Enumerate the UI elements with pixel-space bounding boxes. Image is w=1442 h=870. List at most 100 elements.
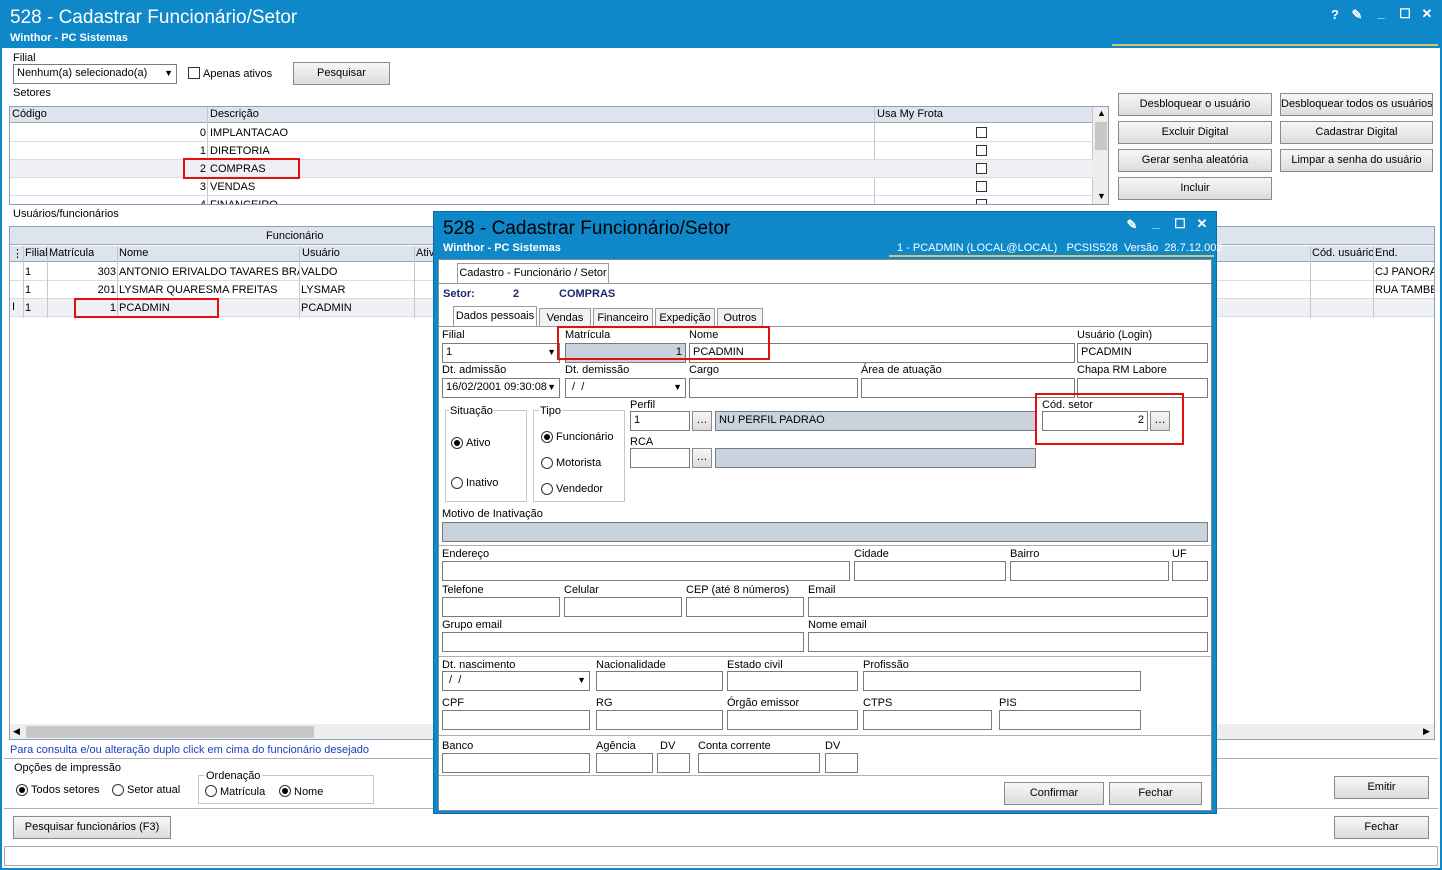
funcionario-radio[interactable] [541,431,553,443]
chapa-field[interactable] [1077,378,1208,398]
scroll-up-icon[interactable]: ▲ [1097,108,1106,118]
dt-admissao-field[interactable]: 16/02/2001 09:30:08 ▼ [442,378,560,398]
inativo-radio[interactable] [451,477,463,489]
minimize-icon[interactable]: _ [1372,5,1390,20]
col-filial[interactable]: Filial [25,247,48,259]
maximize-icon[interactable]: ☐ [1396,6,1414,22]
dialog-maximize-icon[interactable]: ☐ [1171,216,1189,232]
matricula-field[interactable]: 1 [565,343,686,363]
fechar-dialog-button[interactable]: Fechar [1109,782,1202,805]
uf-field[interactable] [1172,561,1208,581]
pesquisar-button[interactable]: Pesquisar [293,62,390,85]
todos-setores-radio[interactable] [16,784,28,796]
tab-vendas[interactable]: Vendas [539,308,591,327]
setor-row[interactable]: 1 DIRETORIA [10,142,1093,160]
orgao-emissor-field[interactable] [727,710,858,730]
ctps-field[interactable] [863,710,992,730]
nome-field[interactable]: PCADMIN [689,343,1075,363]
dialog-edit-icon[interactable]: ✎ [1123,217,1141,233]
cpf-field[interactable] [442,710,590,730]
scroll-right-icon[interactable]: ▶ [1423,726,1430,737]
col-matricula[interactable]: Matrícula [49,247,94,259]
usuario-login-field[interactable]: PCADMIN [1077,343,1208,363]
setor-row[interactable]: 2 COMPRAS [10,160,1093,178]
cod-setor-lookup-button[interactable]: … [1150,411,1170,431]
setores-scrollbar[interactable]: ▲ ▼ [1093,107,1108,204]
rca-field[interactable] [630,448,690,468]
cadastrar-digital-button[interactable]: Cadastrar Digital [1280,121,1433,144]
telefone-field[interactable] [442,597,560,617]
pis-field[interactable] [999,710,1141,730]
filial-field[interactable]: 1 ▼ [442,343,560,363]
vendedor-radio[interactable] [541,483,553,495]
close-icon[interactable]: ✕ [1418,6,1436,22]
scroll-thumb[interactable] [1095,122,1107,150]
gerar-senha-button[interactable]: Gerar senha aleatória [1118,149,1272,172]
emitir-button[interactable]: Emitir [1334,776,1429,799]
usa-my-frota-checkbox[interactable] [976,199,987,204]
perfil-field[interactable]: 1 [630,411,690,431]
hscroll-thumb[interactable] [26,726,314,738]
rca-lookup-button[interactable]: … [692,448,712,468]
dialog-close-icon[interactable]: ✕ [1193,216,1211,232]
setor-row[interactable]: 0 IMPLANTACAO [10,124,1093,142]
bairro-field[interactable] [1010,561,1169,581]
tab-outros[interactable]: Outros [717,308,763,327]
col-cod-usuario[interactable]: Cód. usuário [1312,247,1374,259]
cep-field[interactable] [686,597,804,617]
tab-dados-pessoais[interactable]: Dados pessoais [453,306,537,327]
col-usa-my-frota[interactable]: Usa My Frota [877,108,943,120]
cargo-field[interactable] [689,378,858,398]
usa-my-frota-checkbox[interactable] [976,163,987,174]
confirmar-button[interactable]: Confirmar [1004,782,1104,805]
celular-field[interactable] [564,597,682,617]
ordem-nome-radio[interactable] [279,785,291,797]
dv2-field[interactable] [825,753,858,773]
pesquisar-funcionarios-button[interactable]: Pesquisar funcionários (F3) [13,816,171,839]
filial-select[interactable]: Nenhum(a) selecionado(a) ▼ [13,64,177,84]
usa-my-frota-checkbox[interactable] [976,145,987,156]
col-descricao[interactable]: Descrição [210,108,259,120]
dv-field[interactable] [657,753,690,773]
ativo-radio[interactable] [451,437,463,449]
desbloquear-usuario-button[interactable]: Desbloquear o usuário [1118,93,1272,116]
edit-icon[interactable]: ✎ [1348,7,1366,23]
usa-my-frota-checkbox[interactable] [976,127,987,138]
dt-nascimento-field[interactable]: / / ▼ [442,671,590,691]
usa-my-frota-checkbox[interactable] [976,181,987,192]
cidade-field[interactable] [854,561,1006,581]
col-end[interactable]: End. [1375,247,1398,259]
area-atuacao-field[interactable] [861,378,1075,398]
estado-civil-field[interactable] [727,671,858,691]
email-field[interactable] [808,597,1208,617]
motorista-radio[interactable] [541,457,553,469]
setor-row[interactable]: 4 FINANCEIRO [10,196,1093,204]
col-ativo[interactable]: Ativ [416,247,434,259]
tab-cadastro[interactable]: Cadastro - Funcionário / Setor [457,263,609,284]
nome-email-field[interactable] [808,632,1208,652]
profissao-field[interactable] [863,671,1141,691]
limpar-senha-button[interactable]: Limpar a senha do usuário [1280,149,1433,172]
conta-corrente-field[interactable] [698,753,820,773]
setor-row[interactable]: 3 VENDAS [10,178,1093,196]
endereco-field[interactable] [442,561,850,581]
apenas-ativos-checkbox[interactable] [188,67,200,79]
tab-expedicao[interactable]: Expedição [655,308,715,327]
dialog-minimize-icon[interactable]: _ [1147,215,1165,230]
nacionalidade-field[interactable] [596,671,723,691]
col-codigo[interactable]: Código [12,108,47,120]
dt-demissao-field[interactable]: / / ▼ [565,378,686,398]
grupo-email-field[interactable] [442,632,804,652]
ordem-matricula-radio[interactable] [205,785,217,797]
tab-financeiro[interactable]: Financeiro [593,308,653,327]
col-usuario[interactable]: Usuário [302,247,340,259]
fechar-main-button[interactable]: Fechar [1334,816,1429,839]
rg-field[interactable] [596,710,723,730]
cod-setor-field[interactable]: 2 [1042,411,1148,431]
banco-field[interactable] [442,753,590,773]
incluir-button[interactable]: Incluir [1118,177,1272,200]
help-icon[interactable]: ? [1326,7,1344,22]
col-nome[interactable]: Nome [119,247,148,259]
scroll-left-icon[interactable]: ◀ [13,726,20,737]
agencia-field[interactable] [596,753,653,773]
